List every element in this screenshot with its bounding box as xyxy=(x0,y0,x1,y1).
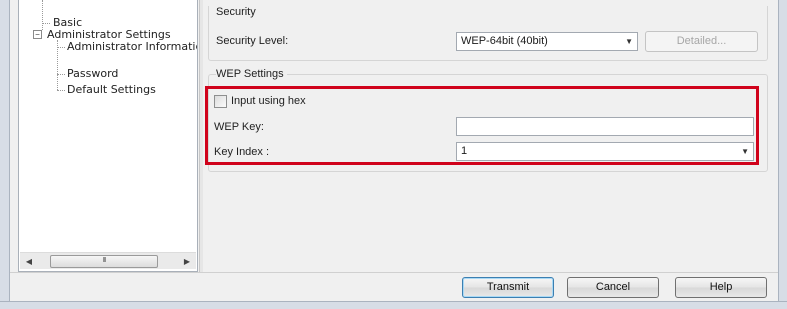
security-level-label: Security Level: xyxy=(216,35,289,47)
horizontal-scrollbar[interactable]: ◀ III ▶ xyxy=(20,252,196,269)
tree-connector xyxy=(42,0,43,30)
button-bar xyxy=(10,272,778,301)
tree-item-default-settings[interactable]: Default Settings xyxy=(67,83,156,96)
scroll-thumb[interactable]: III xyxy=(50,255,158,268)
security-level-value: WEP-64bit (40bit) xyxy=(461,35,548,47)
collapse-icon[interactable]: − xyxy=(33,30,42,39)
scroll-right-icon[interactable]: ▶ xyxy=(180,255,194,268)
tree-item-administrator-information[interactable]: Administrator Informatic xyxy=(67,40,197,53)
cancel-button[interactable]: Cancel xyxy=(567,277,659,298)
tree-connector xyxy=(42,23,50,24)
tree-connector xyxy=(57,90,65,91)
tree-connector xyxy=(57,47,65,48)
security-level-select[interactable]: WEP-64bit (40bit) ▼ xyxy=(456,32,638,51)
wep-settings-group-title: WEP Settings xyxy=(216,68,287,80)
tree-connector xyxy=(57,74,65,75)
scroll-left-icon[interactable]: ◀ xyxy=(22,255,36,268)
transmit-button[interactable]: Transmit xyxy=(462,277,554,298)
window-frame-bottom xyxy=(0,301,787,309)
window-frame-left xyxy=(0,0,10,309)
settings-tree[interactable]: Basic − Administrator Settings Administr… xyxy=(18,0,198,272)
highlight-box xyxy=(205,86,759,165)
security-group-title: Security xyxy=(216,6,256,18)
pane-splitter[interactable] xyxy=(199,0,203,272)
help-button[interactable]: Help xyxy=(675,277,767,298)
detailed-button[interactable]: Detailed... xyxy=(645,31,758,52)
chevron-down-icon: ▼ xyxy=(625,37,633,46)
window-frame-right xyxy=(778,0,787,309)
tree-item-password[interactable]: Password xyxy=(67,67,118,80)
